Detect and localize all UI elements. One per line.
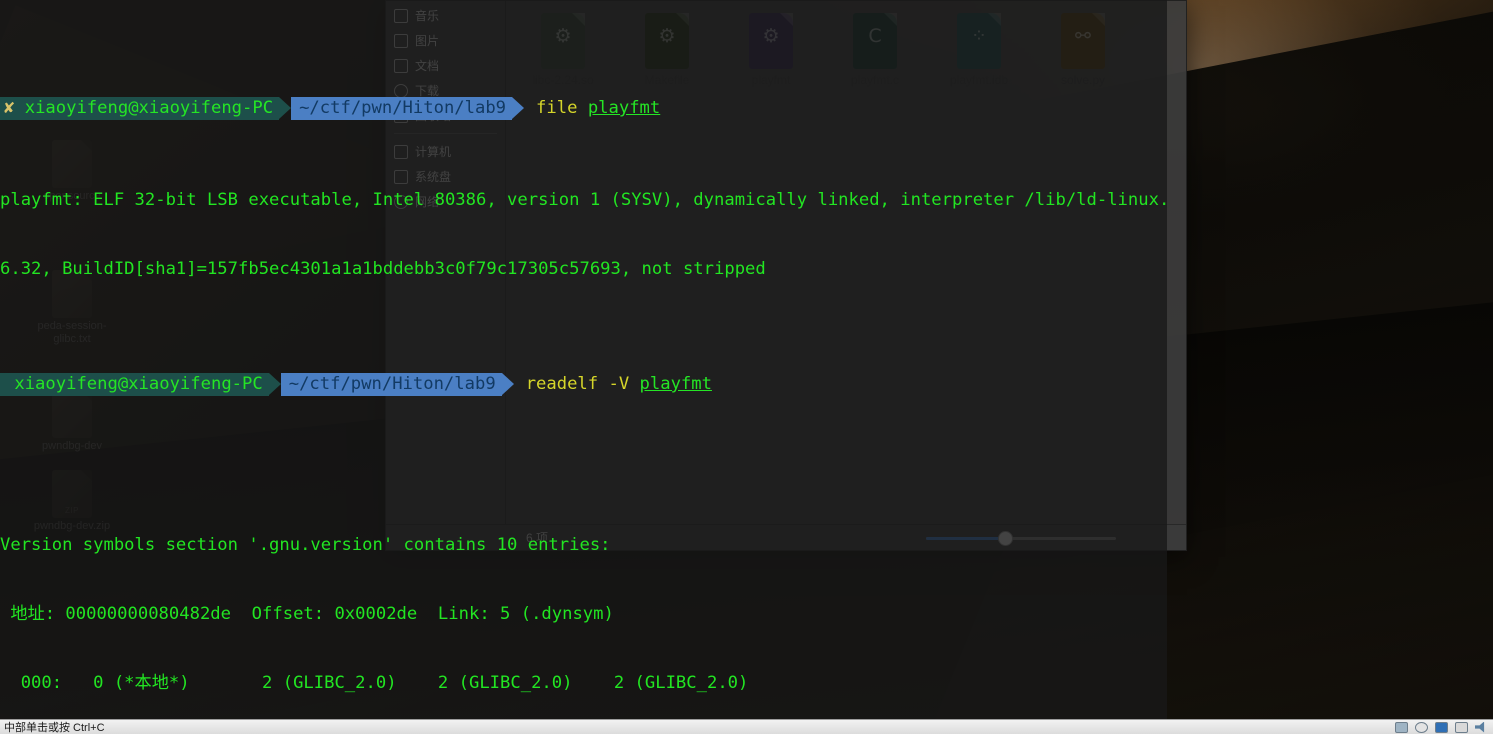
prompt-separator-icon: [268, 372, 281, 396]
command-arg: playfmt: [587, 98, 661, 118]
file-output-line: 6.32, BuildID[sha1]=157fb5ec4301a1a1bdde…: [0, 259, 766, 279]
prompt-user-label: xiaoyifeng@xiaoyifeng-PC: [14, 374, 263, 394]
readelf-output-line: Version symbols section '.gnu.version' c…: [0, 535, 611, 555]
desktop-screen: opensource peda-session-glibc.txt pwndbg…: [0, 0, 1493, 734]
panel-hint-label: 中部单击或按 Ctrl+C: [4, 722, 105, 734]
command-readelf: readelf -V playfmt: [525, 374, 712, 394]
terminal-prompt-line-1: ✘ xiaoyifeng@xiaoyifeng-PC ~/ctf/pwn/Hito…: [0, 96, 1167, 120]
readelf-output-line: 地址: 00000000080482de Offset: 0x0002de Li…: [0, 604, 614, 624]
taskbar-panel[interactable]: 中部单击或按 Ctrl+C: [0, 719, 1493, 734]
network-icon[interactable]: [1435, 721, 1448, 733]
disc-icon[interactable]: [1415, 721, 1428, 733]
prompt-user-segment: xiaoyifeng@xiaoyifeng-PC: [0, 373, 269, 396]
battery-icon[interactable]: [1395, 721, 1408, 733]
prompt-separator-icon: [279, 96, 292, 120]
prompt-end-icon: [512, 97, 525, 119]
command-arg: playfmt: [639, 374, 712, 394]
terminal-window[interactable]: ✘ xiaoyifeng@xiaoyifeng-PC ~/ctf/pwn/Hito…: [0, 0, 1167, 719]
prompt-user-segment: ✘ xiaoyifeng@xiaoyifeng-PC: [0, 97, 280, 120]
terminal-output: ✘ xiaoyifeng@xiaoyifeng-PC ~/ctf/pwn/Hito…: [0, 5, 1167, 719]
prompt-path-segment: ~/ctf/pwn/Hiton/lab9: [280, 373, 502, 396]
system-tray: [1395, 721, 1493, 733]
prompt-user-label: xiaoyifeng@xiaoyifeng-PC: [24, 98, 274, 118]
terminal-prompt-line-2: xiaoyifeng@xiaoyifeng-PC ~/ctf/pwn/Hiton/…: [0, 372, 1167, 396]
volume-icon[interactable]: [1475, 721, 1485, 733]
readelf-output-line: [0, 465, 1167, 488]
readelf-output-line: 000: 0 (*本地*) 2 (GLIBC_2.0) 2 (GLIBC_2.0…: [0, 673, 749, 693]
prompt-path-segment: ~/ctf/pwn/Hiton/lab9: [291, 97, 513, 120]
display-icon[interactable]: [1455, 721, 1468, 733]
command-file: file playfmt: [536, 98, 661, 118]
prompt-end-icon: [501, 373, 514, 395]
error-mark-icon: ✘: [4, 98, 15, 118]
file-output-line: playfmt: ELF 32-bit LSB executable, Inte…: [0, 190, 1167, 210]
